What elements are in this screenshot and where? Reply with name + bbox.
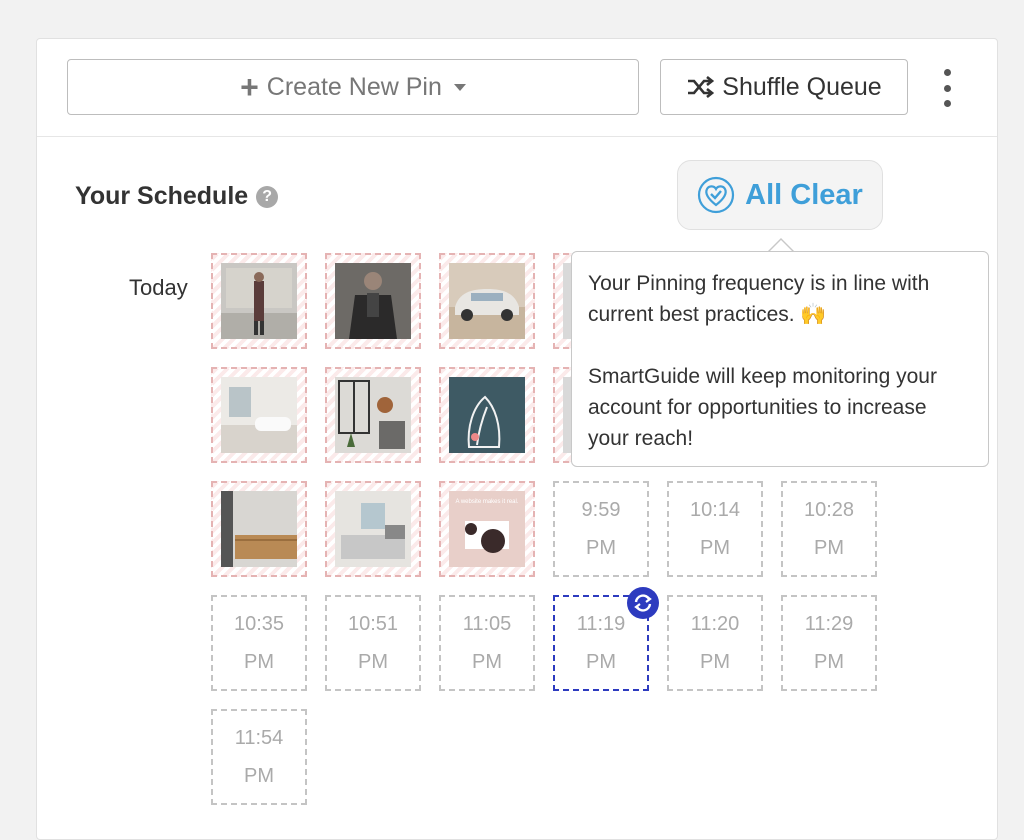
time-slot-time: 11:05 [462,613,512,635]
caret-down-icon [453,83,466,91]
pin-thumbnail [221,377,297,453]
time-slot-time: 10:14 [689,499,741,521]
pin-thumbnail [221,491,297,567]
pin-slot[interactable] [325,481,421,577]
time-slot[interactable]: 11:54 PM [211,709,307,805]
time-slot-time: 11:20 [690,613,740,635]
time-slot-period: PM [814,651,844,673]
smartguide-tooltip: Your Pinning frequency is in line with c… [571,251,989,467]
time-slot-period: PM [700,537,730,559]
time-slot-period: PM [586,537,616,559]
time-slot[interactable]: 11:05 PM [439,595,535,691]
shuffle-queue-button[interactable]: Shuffle Queue [660,59,908,115]
schedule-title: Your Schedule [75,182,249,210]
all-clear-status-button[interactable]: All Clear [677,160,883,230]
time-slot[interactable]: 11:20 PM [667,595,763,691]
pin-thumbnail [335,491,411,567]
queue-card: + Create New Pin Shuffle Queue Your Sche… [36,38,998,840]
tooltip-line-2: SmartGuide will keep monitoring your acc… [588,365,937,450]
day-label: Today [129,275,188,300]
more-options-icon[interactable] [937,69,957,107]
time-slot-period: PM [244,765,274,787]
schedule-heading: Your Schedule ? [75,182,279,211]
help-icon[interactable]: ? [256,185,279,208]
time-slot[interactable]: 10:51 PM [325,595,421,691]
heart-check-icon [698,176,735,214]
pin-slot[interactable] [211,367,307,463]
time-slot[interactable]: 9:59 PM [553,481,649,577]
pin-promo-text: A website makes it real. [455,499,518,505]
pin-thumbnail: A website makes it real. [449,491,525,567]
pin-thumbnail [449,377,525,453]
pin-slot[interactable] [325,253,421,349]
time-slot-period: PM [472,651,502,673]
tooltip-line-1: Your Pinning frequency is in line with c… [588,272,930,326]
create-new-pin-label: Create New Pin [266,72,442,101]
pin-slot[interactable] [211,253,307,349]
time-slot[interactable]: 10:14 PM [667,481,763,577]
time-slot-time: 11:29 [804,613,854,635]
pin-slot[interactable] [325,367,421,463]
sync-icon[interactable] [627,587,659,619]
time-slot[interactable]: 10:35 PM [211,595,307,691]
time-slot-time: 10:28 [803,499,855,521]
toolbar: + Create New Pin Shuffle Queue [37,39,997,137]
time-slot-period: PM [700,651,730,673]
all-clear-label: All Clear [745,178,863,211]
time-slot-time: 10:35 [233,613,285,635]
pin-thumbnail [335,263,411,339]
time-slot-time: 9:59 [581,499,621,521]
shuffle-icon [688,76,715,98]
time-slot-period: PM [586,651,616,673]
time-slot[interactable]: 11:29 PM [781,595,877,691]
time-slot-period: PM [358,651,388,673]
pin-thumbnail [335,377,411,453]
time-slot-time: 11:19 [576,613,626,635]
pin-slot[interactable]: A website makes it real. [439,481,535,577]
pin-slot[interactable] [439,253,535,349]
time-slot-time: 10:51 [347,613,399,635]
shuffle-queue-label: Shuffle Queue [722,72,882,101]
plus-icon: + [240,69,259,105]
pin-slot[interactable] [439,367,535,463]
time-slot-time: 11:54 [234,727,284,749]
pin-thumbnail [449,263,525,339]
create-new-pin-button[interactable]: + Create New Pin [67,59,639,115]
pin-thumbnail [221,263,297,339]
time-slot[interactable]: 10:28 PM [781,481,877,577]
time-slot-period: PM [244,651,274,673]
time-slot-period: PM [814,537,844,559]
pin-slot[interactable] [211,481,307,577]
